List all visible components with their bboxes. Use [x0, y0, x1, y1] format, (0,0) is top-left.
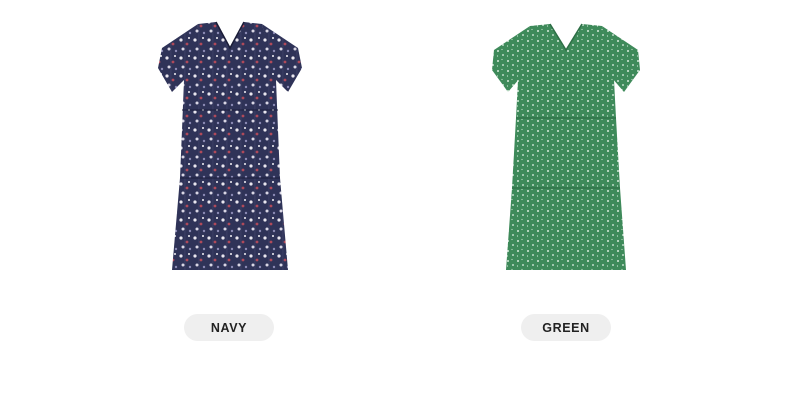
variant-label-navy[interactable]: NAVY: [184, 314, 274, 341]
color-variant-gallery: NAVY GREEN: [0, 0, 790, 412]
variant-label-green[interactable]: GREEN: [521, 314, 611, 341]
variant-navy[interactable]: NAVY: [80, 0, 380, 360]
green-dress-image[interactable]: [486, 18, 646, 280]
variant-green[interactable]: GREEN: [416, 0, 716, 360]
navy-dress-image[interactable]: [150, 18, 310, 280]
